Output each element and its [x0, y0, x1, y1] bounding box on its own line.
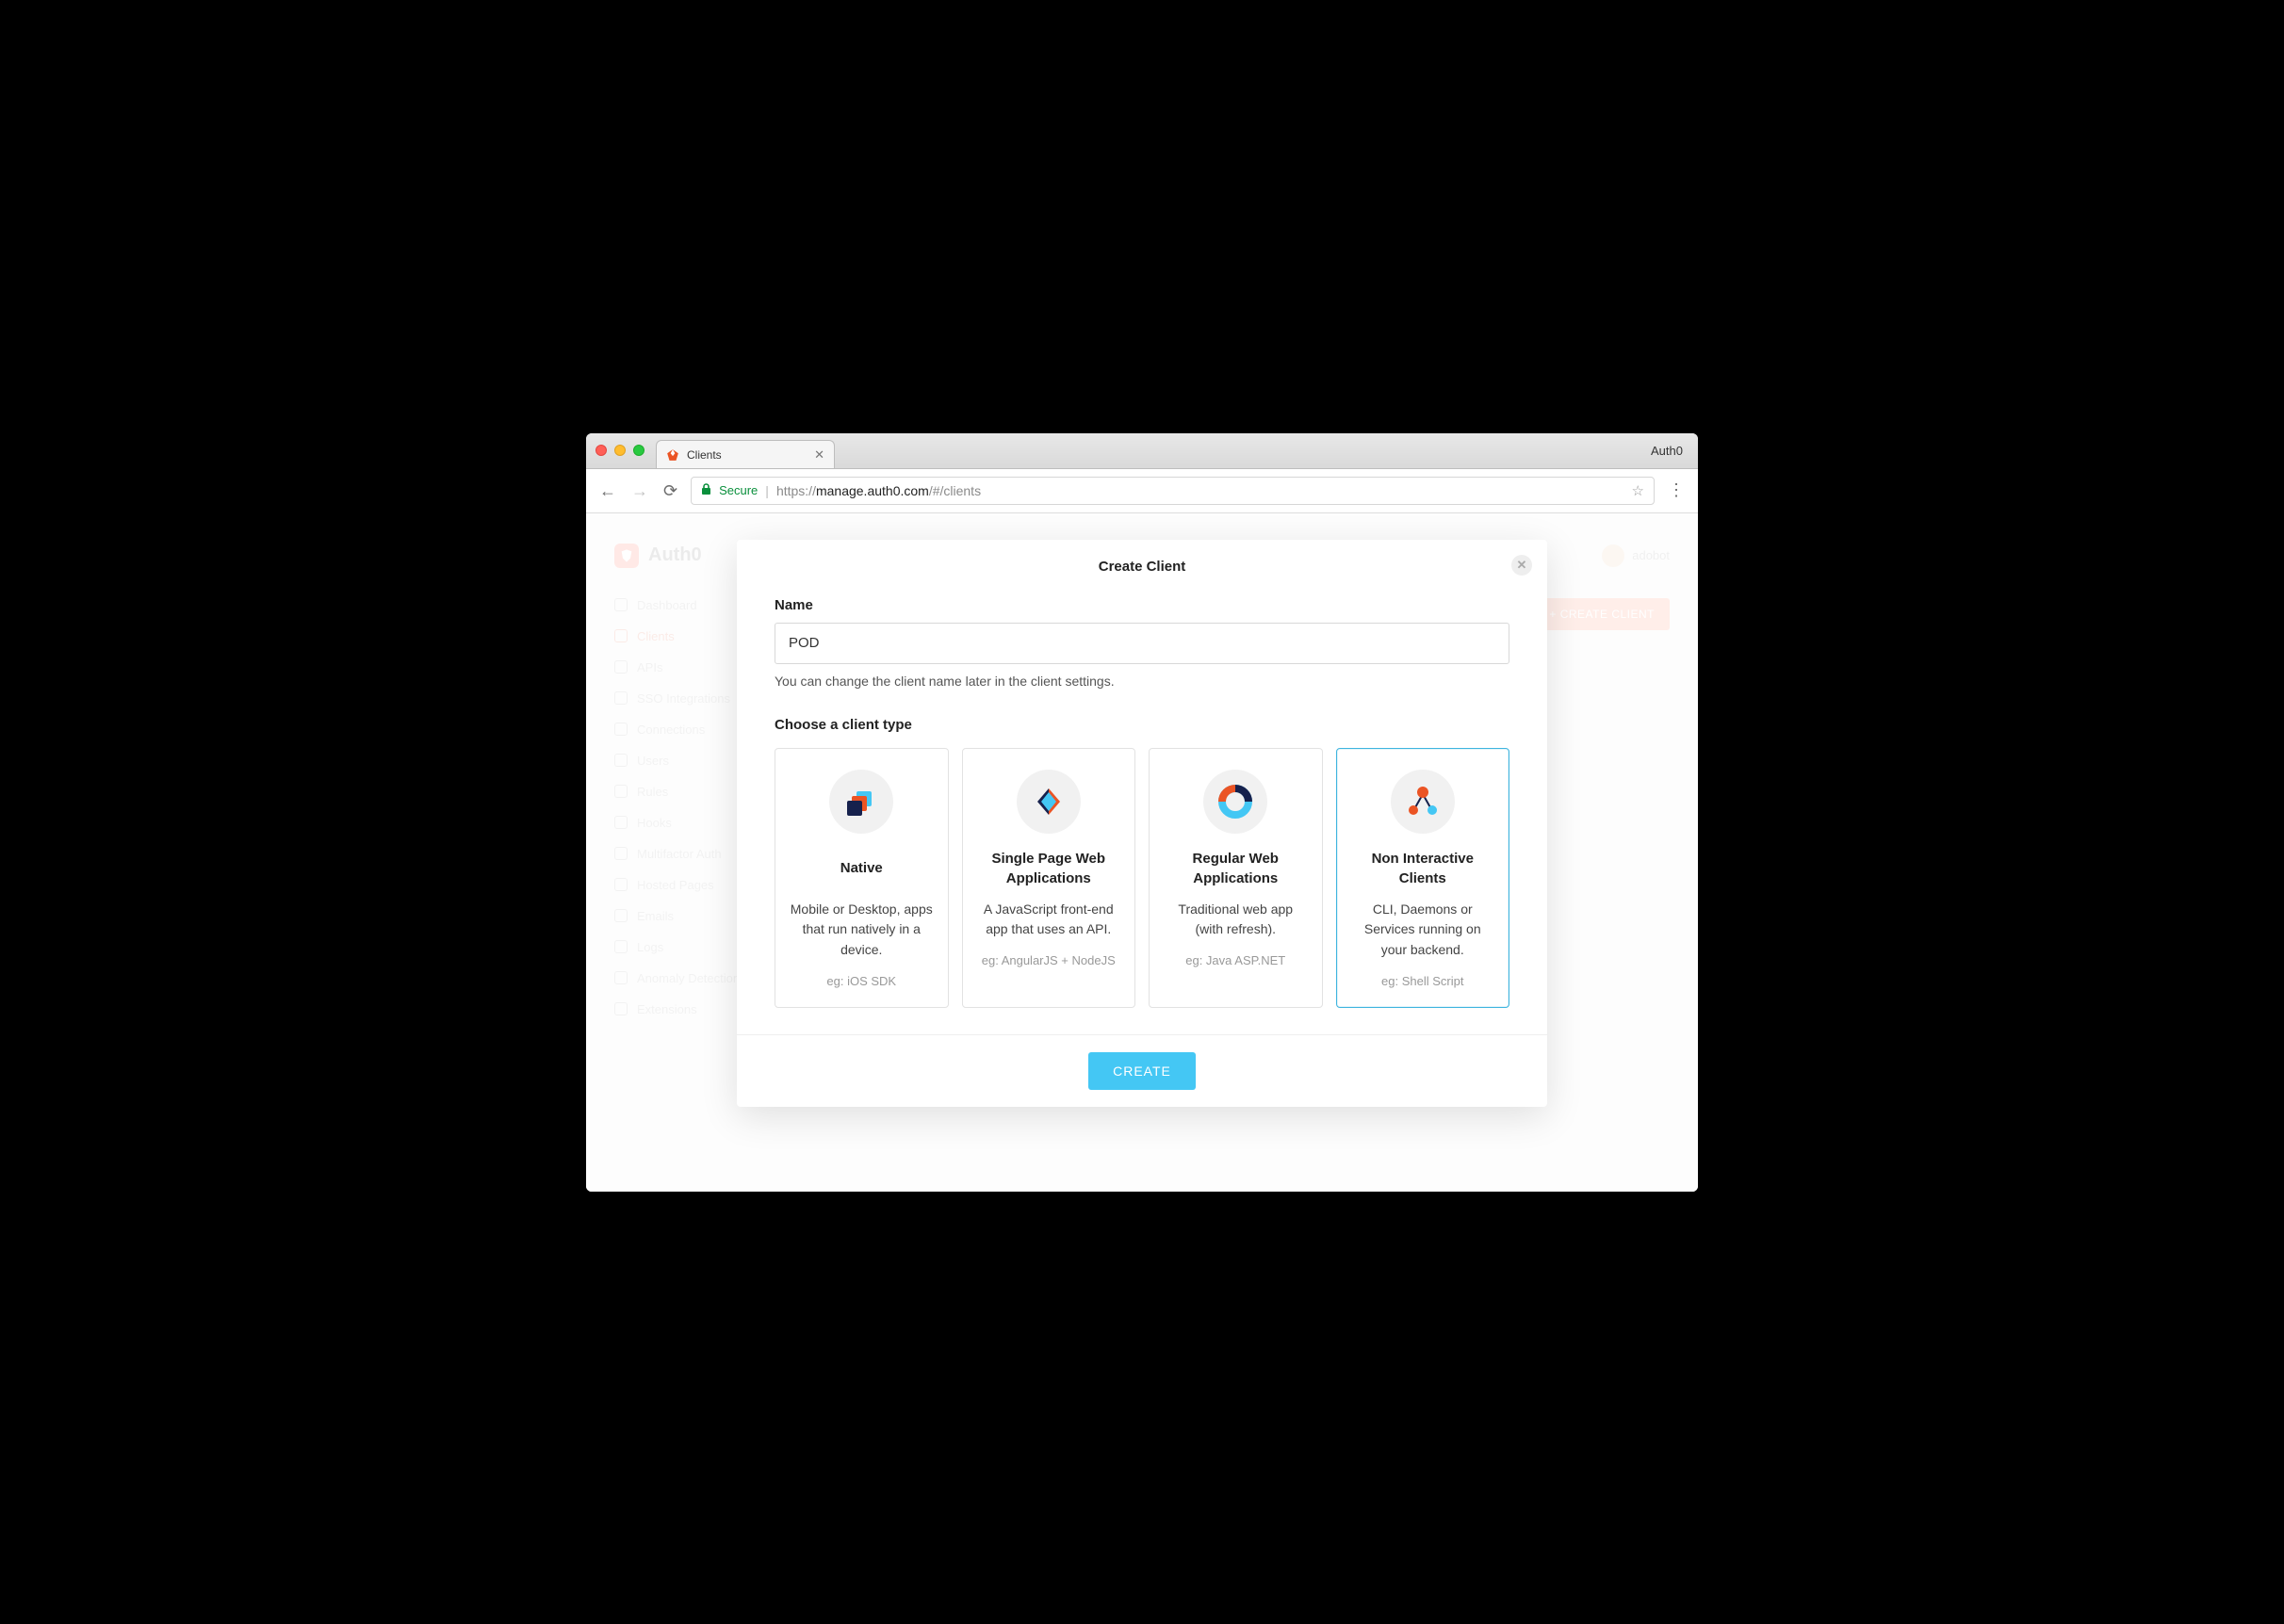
window-profile-label: Auth0 [1651, 444, 1689, 458]
client-type-spa[interactable]: Single Page Web Applications A JavaScrip… [962, 748, 1136, 1008]
non-interactive-icon [1391, 770, 1455, 834]
url-scheme: https:// [776, 483, 816, 498]
modal-footer: CREATE [737, 1034, 1547, 1107]
modal-close-button[interactable]: ✕ [1511, 555, 1532, 576]
client-type-options: Native Mobile or Desktop, apps that run … [775, 748, 1509, 1008]
card-title: Non Interactive Clients [1350, 849, 1496, 888]
nav-reload-button[interactable]: ⟳ [661, 480, 679, 501]
client-type-regular-web[interactable]: Regular Web Applications Traditional web… [1149, 748, 1323, 1008]
nav-forward-button[interactable]: → [629, 480, 650, 501]
modal-title: Create Client [1099, 559, 1186, 575]
nav-back-button[interactable]: ← [597, 480, 618, 501]
card-title: Native [789, 849, 935, 888]
url-bar[interactable]: Secure | https://manage.auth0.com/#/clie… [691, 477, 1655, 505]
bookmark-star-icon[interactable]: ☆ [1632, 482, 1644, 499]
native-icon [829, 770, 893, 834]
window-maximize-button[interactable] [633, 445, 644, 456]
lock-icon [701, 483, 711, 498]
browser-tab[interactable]: Clients ✕ [656, 440, 835, 468]
page-viewport: Auth0 adobot DashboardClientsAPIsSSO Int… [586, 513, 1698, 1192]
spa-icon [1017, 770, 1081, 834]
card-desc: Mobile or Desktop, apps that run nativel… [789, 900, 935, 961]
auth0-favicon [666, 448, 679, 462]
tab-close-icon[interactable]: ✕ [814, 447, 824, 463]
create-client-modal: Create Client ✕ Name You can change the … [737, 540, 1547, 1107]
window-close-button[interactable] [595, 445, 607, 456]
card-title: Regular Web Applications [1163, 849, 1309, 888]
card-desc: A JavaScript front-end app that uses an … [976, 900, 1122, 940]
tab-title: Clients [687, 448, 722, 462]
secure-label: Secure [719, 483, 758, 497]
client-name-input[interactable] [775, 623, 1509, 664]
card-example: eg: iOS SDK [789, 974, 935, 988]
url-text: https://manage.auth0.com/#/clients [776, 483, 981, 498]
card-desc: CLI, Daemons or Services running on your… [1350, 900, 1496, 961]
card-example: eg: Java ASP.NET [1163, 953, 1309, 967]
url-host: manage.auth0.com [816, 483, 929, 498]
browser-menu-icon[interactable]: ⋮ [1666, 480, 1687, 500]
window-controls [595, 445, 644, 456]
card-example: eg: Shell Script [1350, 974, 1496, 988]
card-title: Single Page Web Applications [976, 849, 1122, 888]
name-help-text: You can change the client name later in … [775, 674, 1509, 689]
modal-header: Create Client ✕ [737, 540, 1547, 588]
card-example: eg: AngularJS + NodeJS [976, 953, 1122, 967]
window-minimize-button[interactable] [614, 445, 626, 456]
create-button[interactable]: CREATE [1088, 1052, 1196, 1090]
browser-toolbar: ← → ⟳ Secure | https://manage.auth0.com/… [586, 469, 1698, 513]
client-type-label: Choose a client type [775, 717, 1509, 733]
url-path: /#/clients [929, 483, 981, 498]
card-desc: Traditional web app (with refresh). [1163, 900, 1309, 940]
url-separator: | [765, 483, 769, 498]
browser-window: Clients ✕ Auth0 ← → ⟳ Secure | https://m… [586, 433, 1698, 1192]
regular-web-icon [1203, 770, 1267, 834]
client-type-non-interactive[interactable]: Non Interactive Clients CLI, Daemons or … [1336, 748, 1510, 1008]
browser-titlebar: Clients ✕ Auth0 [586, 433, 1698, 469]
client-type-native[interactable]: Native Mobile or Desktop, apps that run … [775, 748, 949, 1008]
name-field-label: Name [775, 597, 1509, 613]
